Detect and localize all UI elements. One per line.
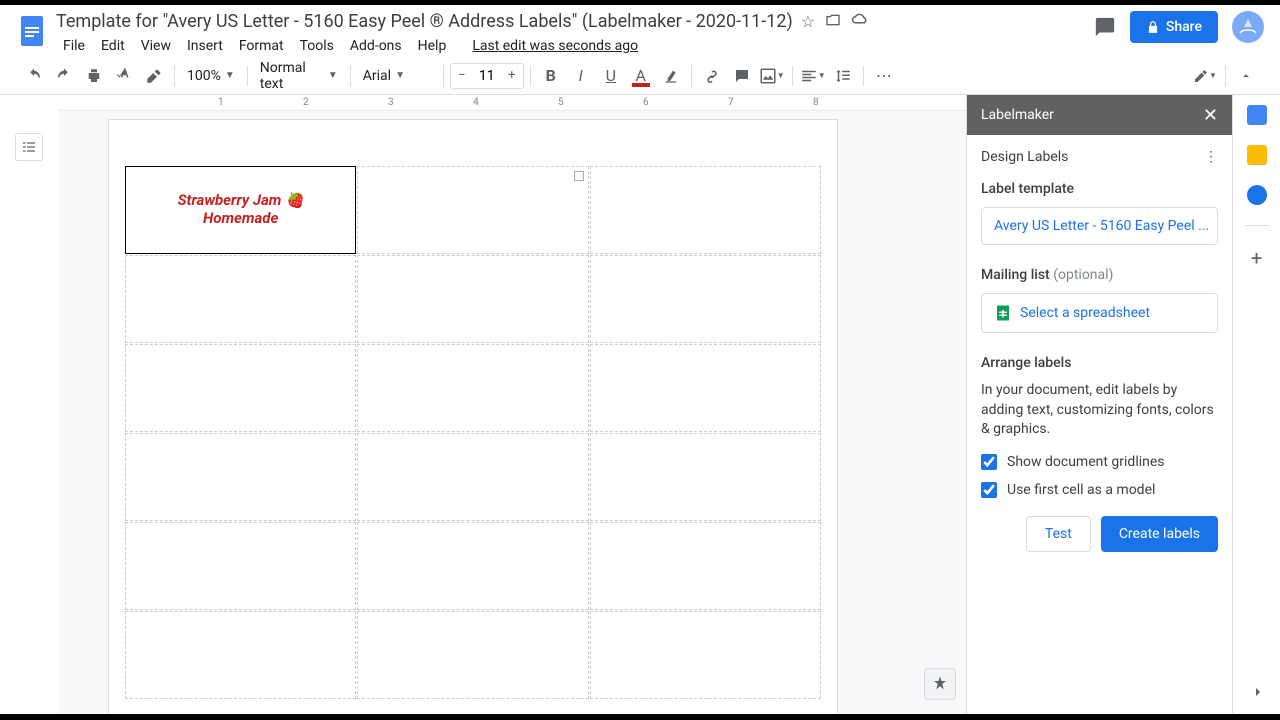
star-icon[interactable]: ☆ — [801, 12, 815, 31]
side-panel-rail: + — [1232, 95, 1280, 714]
add-comment-button[interactable] — [728, 62, 756, 90]
keep-icon[interactable] — [1247, 145, 1267, 165]
label-cell[interactable] — [357, 344, 588, 432]
app-header: Template for "Avery US Letter - 5160 Eas… — [0, 5, 1280, 57]
spellcheck-button[interactable] — [110, 62, 138, 90]
menu-tools[interactable]: Tools — [293, 34, 341, 58]
design-labels-heading: Design Labels — [981, 149, 1068, 165]
toolbar: 100%▼ Normal text▼ Arial▼ − 11 + B I U A… — [0, 57, 1280, 95]
arrange-labels-heading: Arrange labels — [981, 355, 1218, 371]
menubar: File Edit View Insert Format Tools Add-o… — [56, 34, 1094, 58]
last-edit[interactable]: Last edit was seconds ago — [465, 34, 645, 58]
paint-format-button[interactable] — [140, 62, 168, 90]
highlight-button[interactable] — [657, 62, 685, 90]
label-cell[interactable] — [125, 522, 356, 610]
close-icon[interactable]: ✕ — [1203, 105, 1218, 126]
label-cell[interactable] — [357, 255, 588, 343]
label-cell[interactable] — [590, 344, 821, 432]
menu-insert[interactable]: Insert — [180, 34, 230, 58]
label-cell[interactable] — [357, 433, 588, 521]
horizontal-ruler[interactable]: 1 2 3 4 5 6 7 8 — [58, 95, 966, 111]
label-line-2: Homemade — [126, 209, 355, 227]
font-size-increase[interactable]: + — [501, 64, 523, 88]
text-color-button[interactable]: A — [627, 62, 655, 90]
label-cell[interactable] — [590, 166, 821, 254]
select-spreadsheet-button[interactable]: Select a spreadsheet — [981, 293, 1218, 333]
undo-button[interactable] — [20, 62, 48, 90]
page[interactable]: Strawberry Jam 🍓 Homemade — [108, 119, 838, 714]
font-size-value[interactable]: 11 — [473, 68, 501, 84]
docs-logo[interactable] — [12, 11, 52, 51]
menu-addons[interactable]: Add-ons — [343, 34, 409, 58]
menu-help[interactable]: Help — [411, 34, 454, 58]
document-canvas[interactable]: 1 2 3 4 5 6 7 8 Strawberry Jam 🍓 Homemad… — [58, 95, 966, 714]
font-size-decrease[interactable]: − — [451, 64, 473, 88]
labelmaker-sidebar: Labelmaker ✕ Design Labels ⋮ Label templ… — [966, 95, 1232, 714]
insert-image-button[interactable]: ▼ — [758, 62, 786, 90]
template-select-button[interactable]: Avery US Letter - 5160 Easy Peel ... — [981, 207, 1218, 245]
menu-format[interactable]: Format — [232, 34, 291, 58]
label-cell[interactable] — [590, 522, 821, 610]
sidebar-title: Labelmaker — [981, 107, 1054, 123]
explore-button[interactable] — [924, 668, 956, 700]
style-select[interactable]: Normal text▼ — [254, 60, 344, 92]
move-icon[interactable] — [825, 12, 841, 31]
share-button[interactable]: Share — [1130, 11, 1218, 43]
mailing-list-heading: Mailing list (optional) — [981, 267, 1218, 283]
tasks-icon[interactable] — [1247, 185, 1267, 205]
label-cell[interactable] — [590, 255, 821, 343]
redo-button[interactable] — [50, 62, 78, 90]
use-first-cell-checkbox[interactable]: Use first cell as a model — [981, 482, 1218, 498]
label-cell[interactable] — [590, 611, 821, 699]
hide-side-panel-icon[interactable] — [1250, 684, 1266, 700]
arrange-description: In your document, edit labels by adding … — [981, 381, 1218, 440]
label-cell[interactable] — [590, 433, 821, 521]
line-spacing-button[interactable] — [829, 62, 857, 90]
menu-view[interactable]: View — [134, 34, 178, 58]
italic-button[interactable]: I — [567, 62, 595, 90]
insert-link-button[interactable] — [698, 62, 726, 90]
more-vert-icon[interactable]: ⋮ — [1204, 149, 1218, 165]
label-cell[interactable] — [357, 166, 588, 254]
font-size-control: − 11 + — [450, 63, 524, 89]
comment-history-icon[interactable] — [1094, 16, 1116, 38]
label-cell[interactable] — [125, 433, 356, 521]
more-button[interactable]: ⋯ — [870, 62, 898, 90]
label-cell[interactable] — [357, 611, 588, 699]
font-select[interactable]: Arial▼ — [357, 68, 437, 84]
label-cell[interactable] — [125, 611, 356, 699]
show-gridlines-checkbox[interactable]: Show document gridlines — [981, 454, 1218, 470]
label-template-heading: Label template — [981, 181, 1218, 197]
collapse-toolbar-button[interactable] — [1232, 62, 1260, 90]
test-button[interactable]: Test — [1026, 516, 1091, 552]
cloud-status-icon[interactable] — [851, 12, 869, 31]
share-label: Share — [1166, 19, 1202, 35]
label-cell[interactable] — [125, 255, 356, 343]
add-addon-icon[interactable]: + — [1251, 246, 1262, 270]
calendar-icon[interactable] — [1247, 105, 1267, 125]
zoom-select[interactable]: 100%▼ — [181, 68, 241, 84]
outline-toggle-button[interactable] — [15, 133, 43, 161]
label-cell-selected[interactable]: Strawberry Jam 🍓 Homemade — [125, 166, 356, 254]
align-button[interactable]: ▼ — [799, 62, 827, 90]
account-avatar[interactable] — [1232, 11, 1264, 43]
create-labels-button[interactable]: Create labels — [1101, 516, 1218, 552]
doc-title[interactable]: Template for "Avery US Letter - 5160 Eas… — [56, 11, 793, 32]
bold-button[interactable]: B — [537, 62, 565, 90]
menu-edit[interactable]: Edit — [94, 34, 132, 58]
cell-handle-icon[interactable] — [574, 171, 584, 181]
label-cell[interactable] — [357, 522, 588, 610]
label-cell[interactable] — [125, 344, 356, 432]
underline-button[interactable]: U — [597, 62, 625, 90]
menu-file[interactable]: File — [56, 34, 92, 58]
editing-mode-button[interactable]: ▼ — [1191, 62, 1219, 90]
print-button[interactable] — [80, 62, 108, 90]
label-line-1: Strawberry Jam 🍓 — [126, 191, 355, 209]
